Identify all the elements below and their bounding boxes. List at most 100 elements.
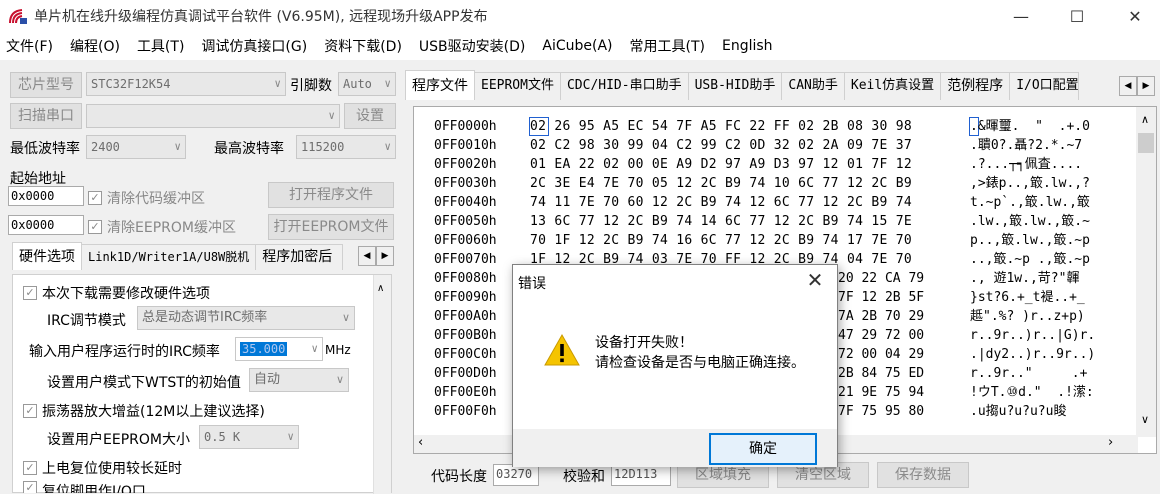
chevron-down-icon: ∨ <box>384 140 391 153</box>
eeprom-size-select[interactable]: 0.5 K ∨ <box>199 425 299 449</box>
eeprom-addr-input[interactable]: 0x0000 <box>8 215 84 235</box>
hex-ascii[interactable]: ., 遊1w.,苛?"韗 <box>970 269 1079 288</box>
tab-cdc-hid-serial[interactable]: CDC/HID-串口助手 <box>559 72 689 100</box>
pin-select[interactable]: Auto ∨ <box>338 72 396 96</box>
hex-vertical-scrollbar[interactable]: ∧ ∨ <box>1136 107 1156 437</box>
min-baud-select[interactable]: 2400 ∨ <box>86 135 186 159</box>
hex-bytes-visible[interactable]: 21 9E 75 94 <box>838 383 924 402</box>
chevron-left-icon[interactable]: ‹ <box>418 435 423 450</box>
max-baud-select[interactable]: 115200 ∨ <box>296 135 396 159</box>
tab-can[interactable]: CAN助手 <box>781 72 845 100</box>
hex-ascii[interactable]: ..,箃.~p .,箃.~p <box>970 250 1090 269</box>
power-reset-checkbox[interactable]: ✓ 上电复位使用较长延时 <box>23 458 182 478</box>
hex-ascii[interactable]: }st?6.+_t褆..+_ <box>970 288 1085 307</box>
hex-ascii[interactable]: .&暉璽. " .+.0 <box>970 117 1090 136</box>
chip-model-select[interactable]: STC32F12K54 ∨ <box>86 72 286 96</box>
clear-code-checkbox[interactable]: ✓ 清除代码缓冲区 <box>88 188 205 208</box>
irc-freq-select[interactable]: 35.000 ∨ <box>235 337 323 361</box>
hex-address: 0FF00B0h <box>434 328 497 343</box>
tab-link1d-offline[interactable]: Link1D/Writer1A/U8W脱机 <box>81 244 257 270</box>
menu-item-1[interactable]: 编程(O) <box>70 36 120 56</box>
hex-address: 0FF0040h <box>434 195 497 210</box>
osc-gain-checkbox[interactable]: ✓ 振荡器放大增益(12M以上建议选择) <box>23 401 265 421</box>
tab-keil-sim[interactable]: Keil仿真设置 <box>843 72 942 100</box>
tab-eeprom-file[interactable]: EEPROM文件 <box>474 72 561 100</box>
hex-ascii[interactable]: .?...┬┑佩査.... <box>970 155 1082 174</box>
irc-mode-select[interactable]: 总是动态调节IRC频率 ∨ <box>137 306 355 330</box>
minimize-button[interactable]: — <box>998 0 1044 32</box>
tab-usb-hid[interactable]: USB-HID助手 <box>687 72 783 100</box>
tab-program-file[interactable]: 程序文件 <box>405 70 475 100</box>
hex-ascii[interactable]: .u搊u?u?u?u睃 <box>970 402 1066 421</box>
scan-port-button[interactable]: 扫描串口 <box>10 103 82 129</box>
hex-ascii[interactable]: !ウT.⑩d." .!潆: <box>970 383 1094 402</box>
hex-bytes[interactable]: 02 26 95 A5 EC 54 7F A5 FC 22 FF 02 2B 0… <box>530 117 912 136</box>
port-select[interactable]: ∨ <box>86 104 340 128</box>
menu-bar: 文件(F) 编程(O) 工具(T) 调试仿真接口(G) 资料下载(D) USB驱动安装(D… <box>0 32 1160 60</box>
tab-hardware-options[interactable]: 硬件选项 <box>12 242 82 270</box>
maximize-button[interactable]: ☐ <box>1054 0 1100 32</box>
wdt-select[interactable]: 自动 ∨ <box>249 368 349 392</box>
hex-bytes-visible[interactable]: 72 00 04 29 <box>838 345 924 364</box>
open-program-button[interactable]: 打开程序文件 <box>268 182 394 208</box>
dialog-close-button[interactable]: ✕ <box>793 265 837 297</box>
hex-bytes[interactable]: 02 C2 98 30 99 04 C2 99 C2 0D 32 02 2A 0… <box>530 136 912 155</box>
settings-button[interactable]: 设置 <box>344 103 396 129</box>
reset-pin-checkbox[interactable]: ✓ 复位脚用作I/O口 <box>23 481 146 493</box>
chevron-down-icon: ∨ <box>287 430 294 443</box>
hex-bytes-visible[interactable]: 2B 84 75 ED <box>838 364 924 383</box>
hex-bytes-visible[interactable]: 7F 12 2B 5F <box>838 288 924 307</box>
chevron-down-icon[interactable]: ∨ <box>1141 413 1149 426</box>
scroll-thumb[interactable] <box>1138 133 1154 153</box>
menu-item-5[interactable]: USB驱动安装(D) <box>419 36 525 56</box>
ok-button[interactable]: 确定 <box>709 433 817 465</box>
menu-item-2[interactable]: 工具(T) <box>137 36 184 56</box>
chevron-up-icon[interactable]: ∧ <box>1141 113 1149 126</box>
hex-bytes-visible[interactable]: 47 29 72 00 <box>838 326 924 345</box>
hex-ascii[interactable]: r..9r.." .+ <box>970 364 1087 383</box>
menu-item-8[interactable]: English <box>722 38 773 54</box>
tab-examples[interactable]: 范例程序 <box>940 72 1011 100</box>
hex-bytes[interactable]: 70 1F 12 2C B9 74 16 6C 77 12 2C B9 74 1… <box>530 231 912 250</box>
hex-ascii[interactable]: p..,箃.lw.,箃.~p <box>970 231 1090 250</box>
modify-hw-checkbox[interactable]: ✓ 本次下载需要修改硬件选项 <box>23 283 210 303</box>
hex-address: 0FF0080h <box>434 271 497 286</box>
close-button[interactable]: ✕ <box>1112 0 1158 32</box>
chevron-right-icon[interactable]: › <box>1108 435 1113 450</box>
hex-bytes-visible[interactable]: 20 22 CA 79 <box>838 269 924 288</box>
hex-ascii[interactable]: r..9r..)r..|G)r. <box>970 326 1095 345</box>
hex-bytes[interactable]: 13 6C 77 12 2C B9 74 14 6C 77 12 2C B9 7… <box>530 212 912 231</box>
tab-program-encrypt[interactable]: 程序加密后 <box>255 244 344 270</box>
tab-scroll-right-icon[interactable]: ▶ <box>1137 76 1155 96</box>
tab-io-config[interactable]: I/O口配置 <box>1009 72 1080 100</box>
open-eeprom-button[interactable]: 打开EEPROM文件 <box>268 214 394 240</box>
hex-ascii[interactable]: t.~p`.,箃.lw.,箃 <box>970 193 1090 212</box>
menu-item-0[interactable]: 文件(F) <box>6 36 53 56</box>
menu-item-7[interactable]: 常用工具(T) <box>630 36 705 56</box>
hex-bytes-visible[interactable]: 7F 75 95 80 <box>838 402 924 421</box>
tab-scroll-right-icon[interactable]: ▶ <box>376 246 394 266</box>
menu-item-6[interactable]: AiCube(A) <box>542 38 612 54</box>
save-data-button[interactable]: 保存数据 <box>877 462 969 488</box>
hex-ascii[interactable]: .lw.,箃.lw.,箃.~ <box>970 212 1090 231</box>
hex-address: 0FF00D0h <box>434 366 497 381</box>
dialog-body: 设备打开失败！ 请检查设备是否与电脑正确连接。 确定 <box>513 297 837 467</box>
tab-scroll-left-icon[interactable]: ◀ <box>358 246 376 266</box>
hex-bytes[interactable]: 74 11 7E 70 60 12 2C B9 74 12 6C 77 12 2… <box>530 193 912 212</box>
hex-ascii[interactable]: .聵0?.聶?2.*.~7 <box>970 136 1082 155</box>
hex-ascii[interactable]: ,>錶p..,箃.lw.,? <box>970 174 1090 193</box>
menu-item-3[interactable]: 调试仿真接口(G) <box>201 36 307 56</box>
error-dialog: 错误 ✕ 设备打开失败！ 请检查设备是否与电脑正确连接。 确定 <box>512 264 838 467</box>
clear-eeprom-checkbox[interactable]: ✓ 清除EEPROM缓冲区 <box>88 217 236 237</box>
hex-ascii[interactable]: 趆".%? )r..z+p) <box>970 307 1085 326</box>
hex-bytes[interactable]: 01 EA 22 02 00 0E A9 D2 97 A9 D3 97 12 0… <box>530 155 912 174</box>
code-addr-input[interactable]: 0x0000 <box>8 186 84 206</box>
hex-ascii[interactable]: .|dy2..)r..9r..) <box>970 345 1095 364</box>
chevron-down-icon: ∨ <box>328 109 335 122</box>
chevron-up-icon[interactable]: ∧ <box>377 283 384 294</box>
hex-bytes[interactable]: 2C 3E E4 7E 70 05 12 2C B9 74 10 6C 77 1… <box>530 174 912 193</box>
tab-scroll-left-icon[interactable]: ◀ <box>1119 76 1137 96</box>
hex-bytes-visible[interactable]: 7A 2B 70 29 <box>838 307 924 326</box>
menu-item-4[interactable]: 资料下载(D) <box>324 36 402 56</box>
hw-scrollbar[interactable]: ∧ <box>373 275 391 494</box>
